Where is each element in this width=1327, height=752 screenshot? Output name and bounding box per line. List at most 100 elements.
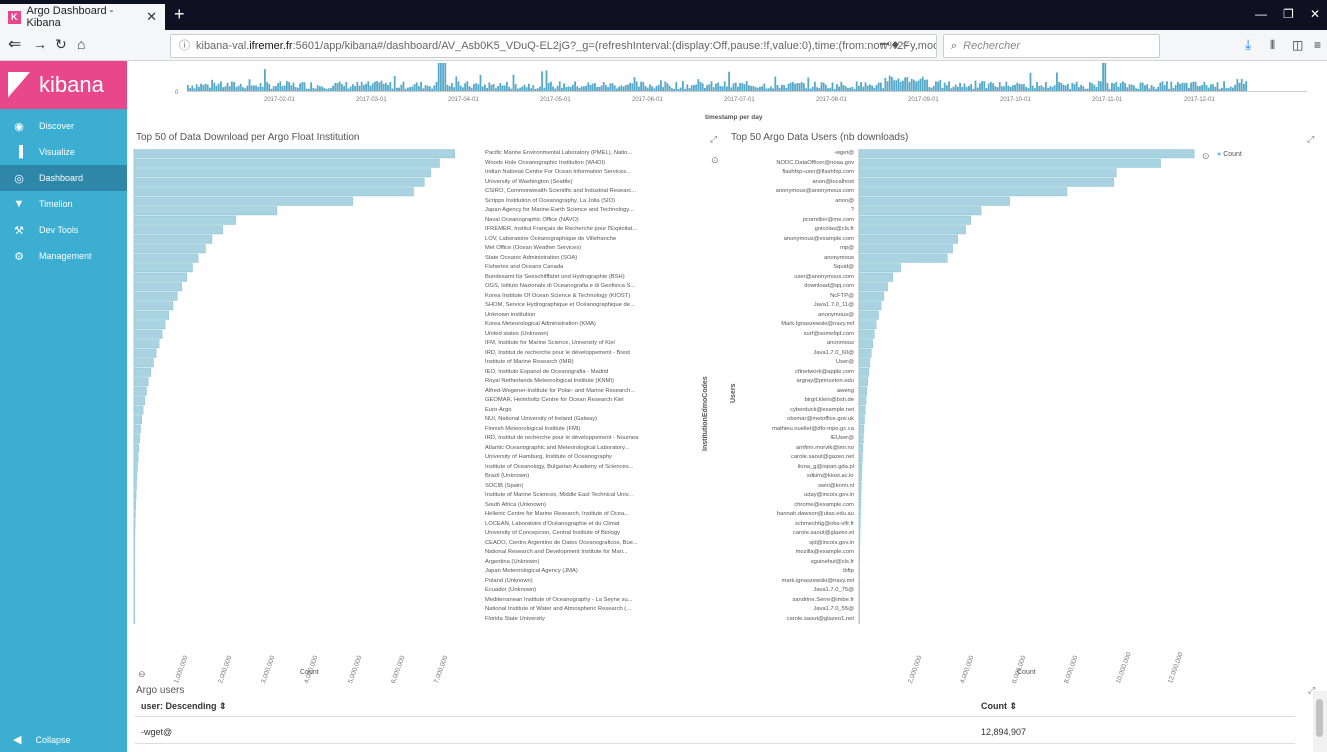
chart-bar[interactable]	[858, 225, 966, 235]
menu-icon[interactable]: ≡	[1314, 38, 1321, 52]
chart-bar[interactable]	[858, 291, 884, 301]
chart-bar[interactable]	[133, 272, 188, 282]
chart-bar[interactable]	[858, 149, 1195, 159]
chart-bar[interactable]	[858, 196, 1011, 206]
chart-bar[interactable]	[858, 462, 863, 472]
chart-bar[interactable]	[133, 301, 174, 311]
minimize-icon[interactable]: —	[1255, 7, 1267, 21]
legend-toggle-icon[interactable]: ⊖	[138, 669, 146, 680]
search-input[interactable]: ⌕ Rechercher	[943, 34, 1160, 58]
chart-bar[interactable]	[858, 424, 865, 434]
chart-bar[interactable]	[133, 377, 149, 387]
chart-bar[interactable]	[133, 158, 440, 168]
chart-bar[interactable]	[858, 472, 862, 482]
sidebar-toggle-icon[interactable]: ◫	[1292, 38, 1303, 52]
browser-tab[interactable]: K Argo Dashboard - Kibana ✕	[0, 4, 165, 30]
page-actions-icon[interactable]: ••• ◆ ☆	[880, 39, 909, 50]
chart-bar[interactable]	[133, 462, 138, 472]
close-tab-icon[interactable]: ✕	[146, 9, 157, 25]
chart-bar[interactable]	[133, 282, 182, 292]
chart-bar[interactable]	[133, 481, 137, 491]
chart-bar[interactable]	[858, 253, 948, 263]
chart-bar[interactable]	[133, 168, 432, 178]
chart-bar[interactable]	[133, 605, 135, 615]
chart-bar[interactable]	[858, 320, 877, 330]
chart-bar[interactable]	[858, 329, 875, 339]
chart-bar[interactable]	[858, 358, 871, 368]
restore-icon[interactable]: ❐	[1283, 7, 1294, 21]
table-header-count[interactable]: Count ⇕	[981, 701, 1017, 712]
chart-bar[interactable]	[858, 491, 862, 501]
chart-bar[interactable]	[858, 234, 959, 244]
chart-bar[interactable]	[858, 377, 869, 387]
chart-bar[interactable]	[133, 576, 135, 586]
chart-bar[interactable]	[133, 234, 213, 244]
chart-bar[interactable]	[133, 614, 135, 624]
chart-bar[interactable]	[858, 187, 1068, 197]
home-icon[interactable]: ⌂	[77, 36, 85, 52]
download-icon[interactable]: ⤓	[1245, 36, 1251, 53]
sidebar-item-dev-tools[interactable]: ⚒ Dev Tools	[0, 217, 127, 243]
chart-bar[interactable]	[133, 206, 278, 216]
chart-bar[interactable]	[133, 586, 135, 596]
expand-right-icon[interactable]: ⤢	[1307, 134, 1314, 145]
chart-bar[interactable]	[133, 320, 166, 330]
chart-bar[interactable]	[133, 434, 140, 444]
chart-bar[interactable]	[858, 500, 861, 510]
chart-bar[interactable]	[133, 329, 163, 339]
chart-bar[interactable]	[858, 339, 873, 349]
chart-bar[interactable]	[133, 510, 136, 520]
chart-bar[interactable]	[858, 263, 901, 273]
chart-bar[interactable]	[133, 225, 224, 235]
chart-bar[interactable]	[133, 415, 143, 425]
chart-bar[interactable]	[858, 510, 861, 520]
chart-bar[interactable]	[133, 291, 178, 301]
chart-bar[interactable]	[133, 519, 136, 529]
chart-bar[interactable]	[858, 310, 879, 320]
chart-bar[interactable]	[133, 177, 425, 187]
back-icon[interactable]: ⇐	[8, 34, 21, 54]
chart-bar[interactable]	[133, 567, 135, 577]
chart-bar[interactable]	[133, 424, 141, 434]
chart-bar[interactable]	[858, 567, 860, 577]
chart-bar[interactable]	[133, 491, 137, 501]
page-scrollbar[interactable]	[1313, 691, 1327, 752]
sidebar-item-timelion[interactable]: ▼ Timelion	[0, 191, 127, 217]
chart-bar[interactable]	[133, 595, 135, 605]
chart-bar[interactable]	[858, 605, 860, 615]
chart-bar[interactable]	[858, 206, 982, 216]
forward-icon[interactable]: →	[33, 36, 47, 52]
chart-bar[interactable]	[858, 538, 861, 548]
chart-bar[interactable]	[858, 244, 953, 254]
url-bar[interactable]: ⓘ kibana-val.ifremer.fr:5601/app/kibana#/…	[170, 34, 937, 58]
chart-bar[interactable]	[858, 348, 872, 358]
chart-bar[interactable]	[133, 187, 414, 197]
chart-bar[interactable]	[133, 500, 136, 510]
chart-bar[interactable]	[858, 614, 860, 624]
chart-bar[interactable]	[133, 358, 154, 368]
chart-bar[interactable]	[858, 481, 862, 491]
chart-bar[interactable]	[858, 519, 861, 529]
right-legend[interactable]: ● Count	[1217, 151, 1242, 158]
expand-icon[interactable]: ⤢	[710, 134, 717, 145]
collapse-button[interactable]: ◀ Collapse	[13, 733, 71, 746]
chart-bar[interactable]	[858, 453, 863, 463]
chart-bar[interactable]	[858, 595, 860, 605]
chart-bar[interactable]	[133, 149, 455, 159]
chart-bar[interactable]	[133, 529, 136, 539]
sidebar-item-dashboard[interactable]: ◎ Dashboard	[0, 165, 127, 191]
chart-bar[interactable]	[858, 367, 870, 377]
chart-bar[interactable]	[133, 472, 138, 482]
table-header-user[interactable]: user: Descending ⇕	[141, 701, 227, 712]
kibana-brand[interactable]: kibana	[0, 61, 127, 109]
chart-bar[interactable]	[858, 405, 866, 415]
chart-bar[interactable]	[133, 367, 152, 377]
chart-bar[interactable]	[858, 386, 868, 396]
site-info-icon[interactable]: ⓘ	[179, 35, 190, 57]
chart-bar[interactable]	[858, 434, 864, 444]
chart-bar[interactable]	[133, 196, 354, 206]
chart-bar[interactable]	[858, 529, 861, 539]
chart-bar[interactable]	[133, 263, 193, 273]
chart-bar[interactable]	[858, 415, 865, 425]
chart-bar[interactable]	[858, 557, 860, 567]
